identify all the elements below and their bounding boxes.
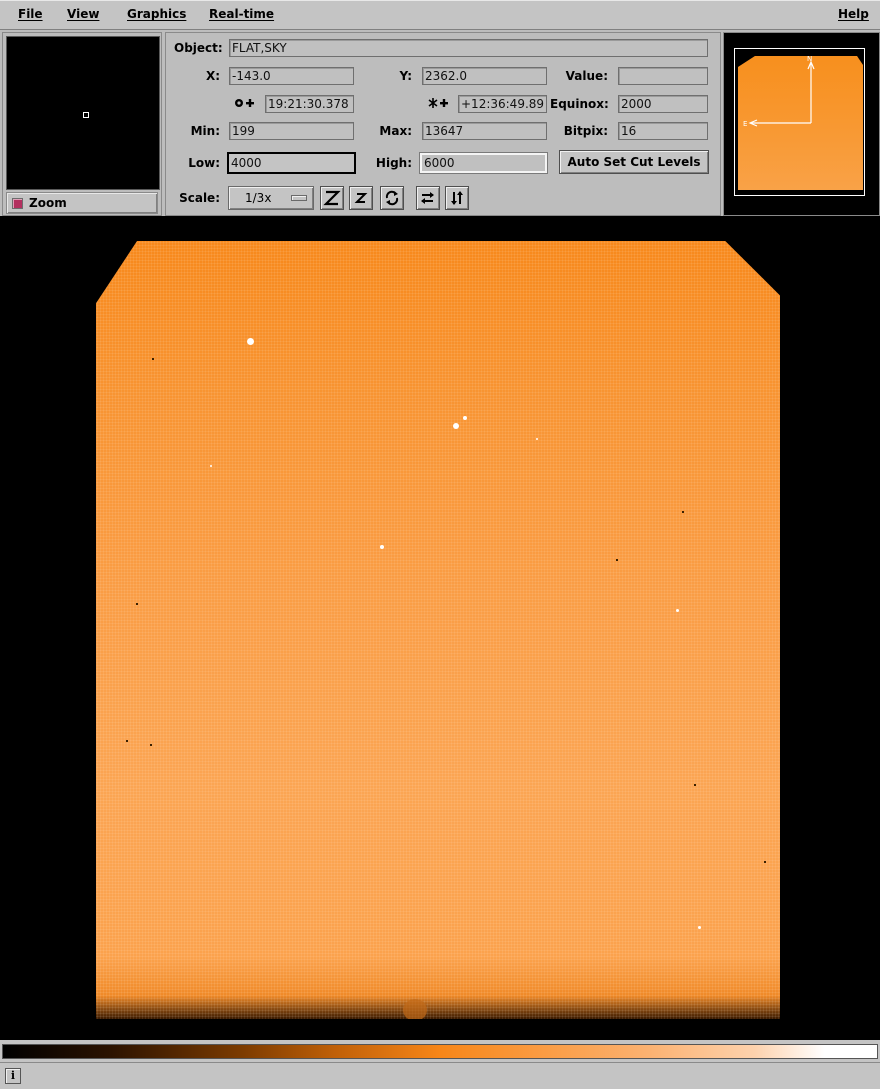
- star: [247, 338, 254, 345]
- dark-pixel: [764, 861, 766, 863]
- compass-east-label: E: [743, 120, 747, 128]
- ra-wcs-icon: [234, 96, 256, 113]
- pan-frame[interactable]: N E: [734, 48, 865, 196]
- star: [210, 465, 212, 467]
- compass-north-label: N: [807, 55, 812, 63]
- star: [676, 609, 679, 612]
- info-panel: Object: FLAT,SKY X: -143.0 Y: 2362.0 Val…: [165, 32, 721, 216]
- zoom-view: [6, 36, 160, 190]
- zoom-label: Zoom: [29, 196, 67, 210]
- value-field[interactable]: [618, 67, 708, 85]
- rotate-button[interactable]: [380, 186, 404, 210]
- object-label: Object:: [174, 41, 223, 55]
- max-field[interactable]: 13647: [422, 122, 547, 140]
- dec-field[interactable]: +12:36:49.89: [458, 95, 547, 113]
- flip-y-button[interactable]: [445, 186, 469, 210]
- min-label: Min:: [190, 124, 220, 138]
- zoom-in-button[interactable]: [320, 186, 344, 210]
- dark-pixel: [126, 740, 128, 742]
- colorbar[interactable]: [2, 1044, 878, 1059]
- y-label: Y:: [399, 69, 412, 83]
- zoom-toggle-button[interactable]: Zoom: [6, 192, 158, 214]
- star: [536, 438, 538, 440]
- menu-graphics[interactable]: Graphics: [127, 7, 186, 21]
- low-cut-input[interactable]: 4000: [227, 152, 356, 174]
- y-field[interactable]: 2362.0: [422, 67, 547, 85]
- star: [463, 416, 467, 420]
- zoom-cursor-marker: [83, 112, 89, 118]
- info-icon[interactable]: i: [5, 1068, 21, 1084]
- dark-pixel: [682, 511, 684, 513]
- menu-help[interactable]: Help: [838, 7, 869, 21]
- menu-realtime[interactable]: Real-time: [209, 7, 274, 21]
- star: [380, 545, 384, 549]
- option-menu-indicator-icon: [291, 195, 307, 201]
- menu-bar: File View Graphics Real-time Help: [0, 0, 880, 30]
- auto-set-cut-levels-button[interactable]: Auto Set Cut Levels: [559, 150, 709, 174]
- min-field[interactable]: 199: [229, 122, 354, 140]
- dark-pixel: [150, 744, 152, 746]
- star: [453, 423, 459, 429]
- image-artifact: [403, 999, 427, 1019]
- dark-pixel: [152, 358, 154, 360]
- zoom-checkbox[interactable]: [12, 198, 23, 209]
- ra-field[interactable]: 19:21:30.378: [265, 95, 354, 113]
- image-noise: [96, 241, 780, 1019]
- compass-icon: N E: [743, 55, 815, 128]
- x-field[interactable]: -143.0: [229, 67, 354, 85]
- detector-image: [96, 241, 780, 1019]
- high-cut-input[interactable]: 6000: [419, 152, 548, 174]
- pan-panel[interactable]: N E: [723, 32, 880, 216]
- scale-option-menu[interactable]: 1/3x: [228, 186, 314, 210]
- dark-pixel: [694, 784, 696, 786]
- value-label: Value:: [565, 69, 608, 83]
- bitpix-label: Bitpix:: [563, 124, 608, 138]
- bitpix-field[interactable]: 16: [618, 122, 708, 140]
- star: [698, 926, 701, 929]
- main-image-canvas[interactable]: [0, 216, 880, 1040]
- dark-pixel: [616, 559, 618, 561]
- colorbar-panel: [0, 1040, 880, 1062]
- status-bar: i: [0, 1062, 880, 1089]
- scale-label: Scale:: [179, 191, 220, 205]
- zoom-out-button[interactable]: [349, 186, 373, 210]
- high-label: High:: [375, 156, 412, 170]
- max-label: Max:: [379, 124, 412, 138]
- dec-wcs-icon: [428, 96, 450, 113]
- menu-view[interactable]: View: [67, 7, 99, 21]
- dark-pixel: [136, 603, 138, 605]
- equinox-label: Equinox:: [550, 97, 609, 111]
- menu-file[interactable]: File: [18, 7, 43, 21]
- flip-x-button[interactable]: [416, 186, 440, 210]
- scale-value: 1/3x: [245, 191, 272, 205]
- equinox-field[interactable]: 2000: [618, 95, 708, 113]
- low-label: Low:: [188, 156, 220, 170]
- object-field[interactable]: FLAT,SKY: [229, 39, 708, 57]
- zoom-panel: Zoom: [2, 32, 162, 216]
- x-label: X:: [205, 69, 220, 83]
